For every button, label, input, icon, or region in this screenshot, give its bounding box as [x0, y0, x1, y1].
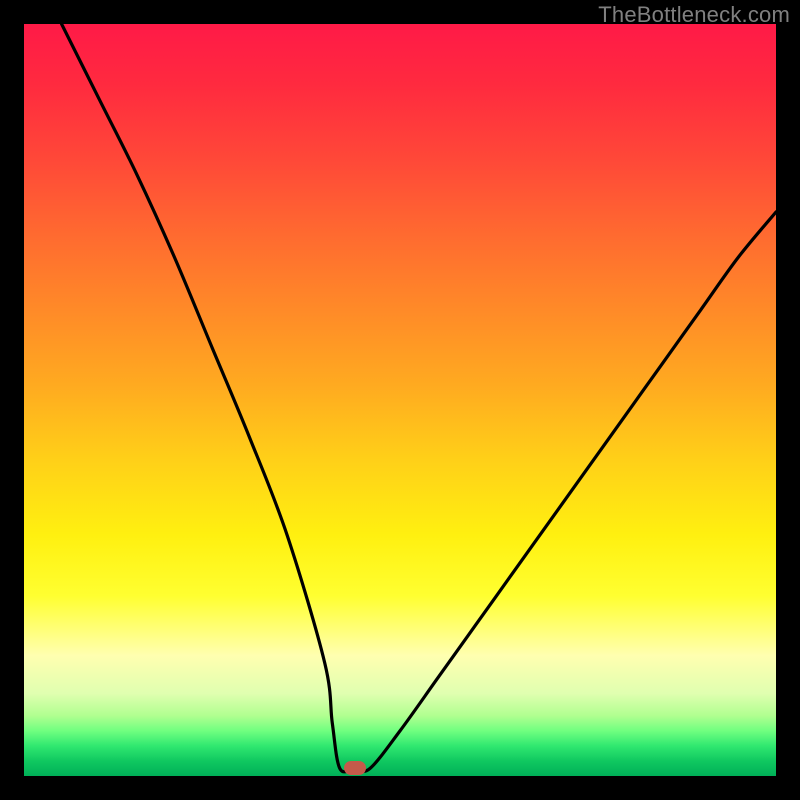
watermark-text: TheBottleneck.com	[598, 2, 790, 28]
optimum-marker	[344, 761, 366, 775]
bottleneck-curve	[24, 24, 776, 776]
plot-area	[24, 24, 776, 776]
chart-frame: TheBottleneck.com	[0, 0, 800, 800]
